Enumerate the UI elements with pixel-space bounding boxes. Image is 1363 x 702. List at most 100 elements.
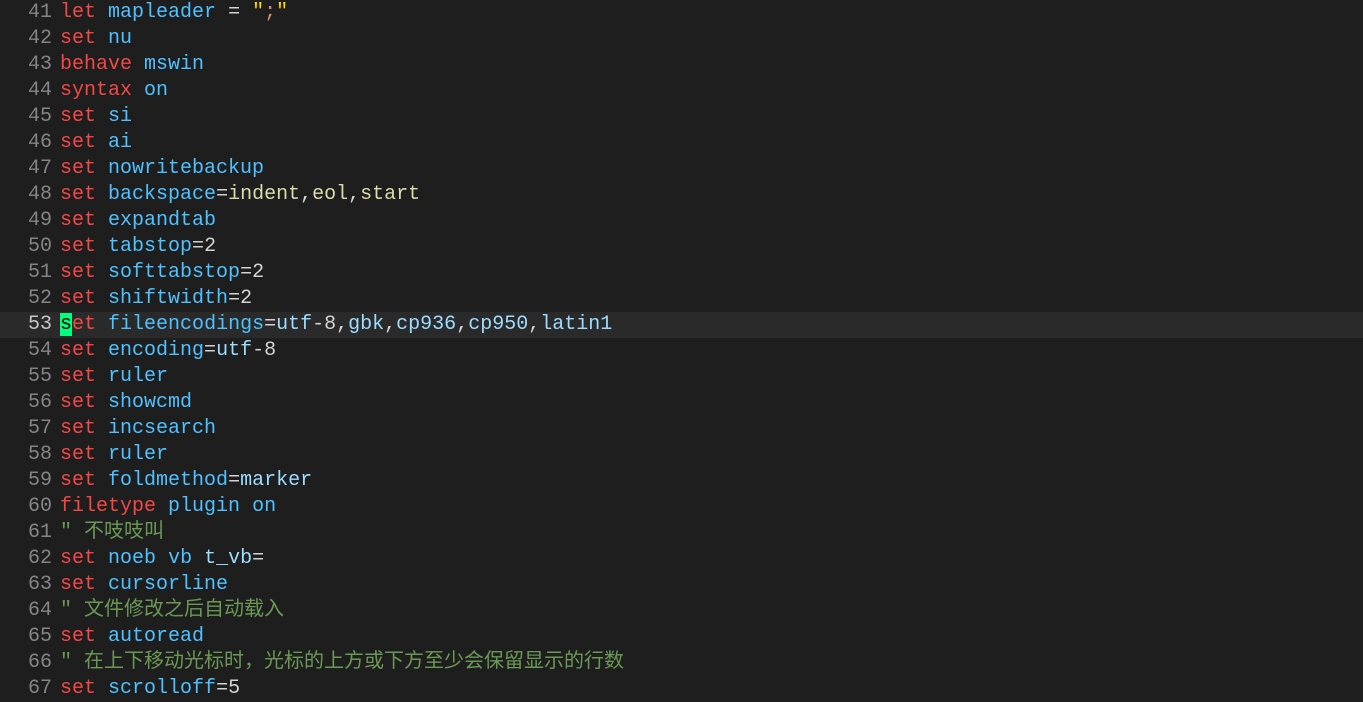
token: vb bbox=[168, 547, 192, 570]
code-editor[interactable]: 41let mapleader = ";"42set nu43behave ms… bbox=[0, 0, 1363, 702]
code-line[interactable]: 45set si bbox=[0, 104, 1363, 130]
code-line[interactable]: 57set incsearch bbox=[0, 416, 1363, 442]
token bbox=[96, 183, 108, 206]
code-line[interactable]: 55set ruler bbox=[0, 364, 1363, 390]
token bbox=[96, 235, 108, 258]
code-line[interactable]: 59set foldmethod=marker bbox=[0, 468, 1363, 494]
line-number: 52 bbox=[0, 286, 58, 312]
code-content[interactable]: " 在上下移动光标时，光标的上方或下方至少会保留显示的行数 bbox=[58, 650, 1363, 676]
code-content[interactable]: " 不吱吱叫 bbox=[58, 520, 1363, 546]
token: tabstop bbox=[108, 235, 192, 258]
code-content[interactable]: set foldmethod=marker bbox=[58, 468, 1363, 494]
code-content[interactable]: set incsearch bbox=[58, 416, 1363, 442]
code-content[interactable]: set backspace=indent,eol,start bbox=[58, 182, 1363, 208]
code-line[interactable]: 61" 不吱吱叫 bbox=[0, 520, 1363, 546]
token: si bbox=[108, 105, 132, 128]
code-line[interactable]: 49set expandtab bbox=[0, 208, 1363, 234]
token: mapleader bbox=[108, 1, 216, 24]
code-line[interactable]: 60filetype plugin on bbox=[0, 494, 1363, 520]
code-line[interactable]: 62set noeb vb t_vb= bbox=[0, 546, 1363, 572]
code-line[interactable]: 44syntax on bbox=[0, 78, 1363, 104]
token: = bbox=[240, 261, 252, 284]
token: set bbox=[60, 235, 96, 258]
token: set bbox=[60, 573, 96, 596]
code-content[interactable]: " 文件修改之后自动载入 bbox=[58, 598, 1363, 624]
token bbox=[240, 495, 252, 518]
token bbox=[96, 391, 108, 414]
token: = bbox=[228, 469, 240, 492]
token: -8 bbox=[252, 339, 276, 362]
token: = bbox=[216, 183, 228, 206]
line-number: 48 bbox=[0, 182, 58, 208]
code-content[interactable]: behave mswin bbox=[58, 52, 1363, 78]
code-line[interactable]: 47set nowritebackup bbox=[0, 156, 1363, 182]
line-number: 50 bbox=[0, 234, 58, 260]
token: 2 bbox=[252, 261, 264, 284]
code-content[interactable]: set noeb vb t_vb= bbox=[58, 546, 1363, 572]
code-line[interactable]: 53set fileencodings=utf-8,gbk,cp936,cp95… bbox=[0, 312, 1363, 338]
code-content[interactable]: set shiftwidth=2 bbox=[58, 286, 1363, 312]
token: softtabstop bbox=[108, 261, 240, 284]
code-line[interactable]: 63set cursorline bbox=[0, 572, 1363, 598]
token bbox=[96, 105, 108, 128]
code-line[interactable]: 42set nu bbox=[0, 26, 1363, 52]
line-number: 47 bbox=[0, 156, 58, 182]
token: mswin bbox=[144, 53, 204, 76]
token: , bbox=[300, 183, 312, 206]
code-content[interactable]: set nu bbox=[58, 26, 1363, 52]
code-content[interactable]: set tabstop=2 bbox=[58, 234, 1363, 260]
token: indent bbox=[228, 183, 300, 206]
code-content[interactable]: filetype plugin on bbox=[58, 494, 1363, 520]
code-content[interactable]: set ai bbox=[58, 130, 1363, 156]
code-content[interactable]: set fileencodings=utf-8,gbk,cp936,cp950,… bbox=[58, 312, 1363, 338]
code-line[interactable]: 58set ruler bbox=[0, 442, 1363, 468]
code-line[interactable]: 43behave mswin bbox=[0, 52, 1363, 78]
code-line[interactable]: 67set scrolloff=5 bbox=[0, 676, 1363, 702]
token: filetype bbox=[60, 495, 156, 518]
code-line[interactable]: 51set softtabstop=2 bbox=[0, 260, 1363, 286]
code-content[interactable]: let mapleader = ";" bbox=[58, 0, 1363, 26]
code-line[interactable]: 41let mapleader = ";" bbox=[0, 0, 1363, 26]
code-content[interactable]: set cursorline bbox=[58, 572, 1363, 598]
line-number: 51 bbox=[0, 260, 58, 286]
code-content[interactable]: set ruler bbox=[58, 442, 1363, 468]
code-line[interactable]: 46set ai bbox=[0, 130, 1363, 156]
code-content[interactable]: set showcmd bbox=[58, 390, 1363, 416]
token bbox=[96, 1, 108, 24]
token: , bbox=[384, 313, 396, 336]
token: ; bbox=[264, 1, 276, 24]
line-number: 43 bbox=[0, 52, 58, 78]
token: set bbox=[60, 183, 96, 206]
code-content[interactable]: set expandtab bbox=[58, 208, 1363, 234]
code-content[interactable]: set ruler bbox=[58, 364, 1363, 390]
token bbox=[96, 209, 108, 232]
line-number: 58 bbox=[0, 442, 58, 468]
token: t_vb bbox=[204, 547, 252, 570]
code-content[interactable]: set nowritebackup bbox=[58, 156, 1363, 182]
line-number: 63 bbox=[0, 572, 58, 598]
token: backspace bbox=[108, 183, 216, 206]
token: 5 bbox=[228, 677, 240, 700]
code-line[interactable]: 48set backspace=indent,eol,start bbox=[0, 182, 1363, 208]
token: cp950 bbox=[468, 313, 528, 336]
code-line[interactable]: 64" 文件修改之后自动载入 bbox=[0, 598, 1363, 624]
token: set bbox=[60, 443, 96, 466]
code-content[interactable]: set si bbox=[58, 104, 1363, 130]
code-line[interactable]: 50set tabstop=2 bbox=[0, 234, 1363, 260]
line-number: 53 bbox=[0, 312, 58, 338]
code-content[interactable]: syntax on bbox=[58, 78, 1363, 104]
token bbox=[96, 365, 108, 388]
code-content[interactable]: set autoread bbox=[58, 624, 1363, 650]
code-content[interactable]: set encoding=utf-8 bbox=[58, 338, 1363, 364]
token: ai bbox=[108, 131, 132, 154]
code-line[interactable]: 52set shiftwidth=2 bbox=[0, 286, 1363, 312]
token: = bbox=[204, 339, 216, 362]
token bbox=[96, 131, 108, 154]
code-line[interactable]: 65set autoread bbox=[0, 624, 1363, 650]
code-line[interactable]: 54set encoding=utf-8 bbox=[0, 338, 1363, 364]
code-line[interactable]: 66" 在上下移动光标时，光标的上方或下方至少会保留显示的行数 bbox=[0, 650, 1363, 676]
code-content[interactable]: set scrolloff=5 bbox=[58, 676, 1363, 702]
code-content[interactable]: set softtabstop=2 bbox=[58, 260, 1363, 286]
token: showcmd bbox=[108, 391, 192, 414]
code-line[interactable]: 56set showcmd bbox=[0, 390, 1363, 416]
